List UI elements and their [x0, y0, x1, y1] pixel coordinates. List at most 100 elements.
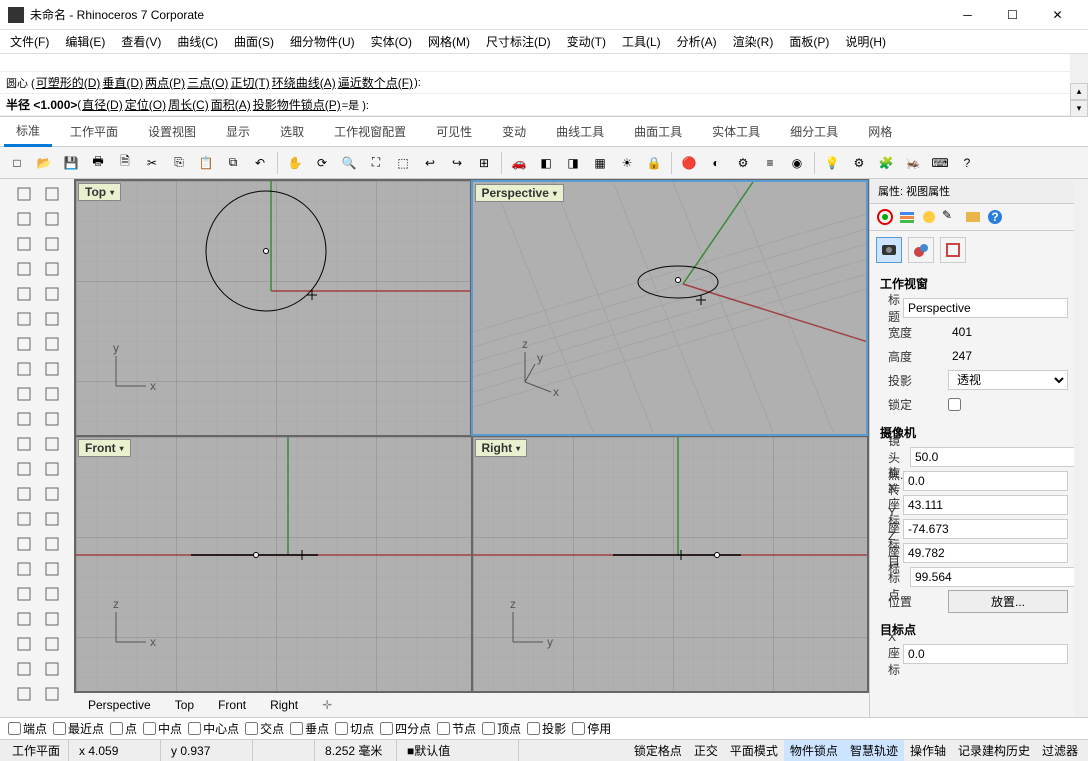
menu-item[interactable]: 曲面(S)	[228, 31, 280, 52]
toolbar-tab[interactable]: 设置视图	[136, 118, 208, 145]
status-toggle[interactable]: 平面模式	[724, 740, 784, 761]
layers-icon[interactable]: ≡	[757, 150, 783, 176]
command-prompt-line[interactable]: 半径 <1.000> ( 直径(D) 定位(O) 周长(C) 面积(A) 投影物…	[0, 94, 1070, 116]
array-icon[interactable]	[38, 581, 66, 606]
camera-x-input[interactable]	[903, 495, 1068, 515]
help-icon[interactable]: ?	[954, 150, 980, 176]
undo-icon[interactable]: ↶	[247, 150, 273, 176]
menu-item[interactable]: 文件(F)	[4, 31, 55, 52]
viewport-tab[interactable]: Perspective	[80, 696, 159, 714]
cone-icon[interactable]	[38, 406, 66, 431]
command-option[interactable]: 逼近数个点(F)	[338, 74, 413, 91]
loft-icon[interactable]	[10, 331, 38, 356]
command-option[interactable]: 正切(T)	[230, 74, 269, 91]
projection-select[interactable]: 透视	[948, 370, 1068, 390]
help-tab-icon[interactable]: ?	[986, 208, 1004, 226]
render-tab-icon[interactable]: ✎	[942, 208, 960, 226]
command-option[interactable]: 周长(C)	[168, 96, 209, 113]
hatch-icon[interactable]	[10, 481, 38, 506]
box-icon[interactable]	[10, 381, 38, 406]
osnap-交点[interactable]: 交点	[245, 720, 284, 737]
render-icon[interactable]: 🔴	[676, 150, 702, 176]
mirror-icon[interactable]	[10, 581, 38, 606]
command-option[interactable]: 面积(A)	[211, 96, 251, 113]
arc-icon[interactable]	[38, 231, 66, 256]
status-toggle[interactable]: 物件锁点	[784, 740, 844, 761]
osnap-四分点[interactable]: 四分点	[380, 720, 431, 737]
menu-item[interactable]: 尺寸标注(D)	[480, 31, 557, 52]
rectangle-icon[interactable]	[38, 256, 66, 281]
layers-tab-icon[interactable]	[898, 208, 916, 226]
intersect-icon[interactable]	[38, 681, 66, 706]
curve-icon[interactable]	[10, 306, 38, 331]
save-icon[interactable]: 💾	[58, 150, 84, 176]
menu-item[interactable]: 变动(T)	[561, 31, 612, 52]
sun-icon[interactable]: ☀	[614, 150, 640, 176]
status-toggle[interactable]: 过滤器	[1036, 740, 1084, 761]
menu-item[interactable]: 细分物件(U)	[284, 31, 361, 52]
osnap-切点[interactable]: 切点	[335, 720, 374, 737]
camera-target-input[interactable]	[910, 567, 1075, 587]
toolbar-tab[interactable]: 工作平面	[58, 118, 130, 145]
toolbar-tab[interactable]: 实体工具	[700, 118, 772, 145]
sweep-icon[interactable]	[38, 331, 66, 356]
copy-obj-icon[interactable]	[38, 531, 66, 556]
command-option[interactable]: 直径(D)	[82, 96, 123, 113]
viewport-tab[interactable]: Top	[167, 696, 202, 714]
rotate-view-icon[interactable]: ⟳	[309, 150, 335, 176]
project-icon[interactable]	[10, 681, 38, 706]
viewport-lock-checkbox[interactable]	[948, 398, 961, 411]
camera-place-button[interactable]: 放置...	[948, 590, 1068, 613]
status-toggle[interactable]: 正交	[688, 740, 724, 761]
viewport-title-input[interactable]	[903, 298, 1068, 318]
revolve-icon[interactable]	[10, 356, 38, 381]
named-cplane-icon[interactable]: ◧	[533, 150, 559, 176]
offset-icon[interactable]	[38, 656, 66, 681]
trim-icon[interactable]	[10, 606, 38, 631]
move-icon[interactable]	[10, 531, 38, 556]
undo-view-icon[interactable]: ↩	[417, 150, 443, 176]
viewport-label-right[interactable]: Right▾	[475, 439, 528, 457]
dim-icon[interactable]	[38, 456, 66, 481]
add-viewport-tab[interactable]: ✛	[314, 696, 340, 714]
toolbar-tab[interactable]: 细分工具	[778, 118, 850, 145]
open-icon[interactable]: 📂	[31, 150, 57, 176]
fillet-icon[interactable]	[38, 631, 66, 656]
target-x-input[interactable]	[903, 644, 1068, 664]
rotate-icon[interactable]	[10, 556, 38, 581]
pan-icon[interactable]: ✋	[282, 150, 308, 176]
torus-icon[interactable]	[10, 431, 38, 456]
minimize-button[interactable]: ─	[945, 0, 990, 30]
scale-icon[interactable]	[38, 556, 66, 581]
osnap-投影[interactable]: 投影	[527, 720, 566, 737]
options-icon[interactable]: ⚙	[730, 150, 756, 176]
status-toggle[interactable]: 操作轴	[904, 740, 952, 761]
lasso-icon[interactable]	[38, 181, 66, 206]
osnap-点[interactable]: 点	[110, 720, 137, 737]
doc-props-icon[interactable]: 🗎	[112, 150, 138, 176]
command-option[interactable]: 环绕曲线(A)	[272, 74, 336, 91]
menu-item[interactable]: 网格(M)	[422, 31, 476, 52]
toolbar-tab[interactable]: 网格	[856, 118, 904, 145]
copy-to-icon[interactable]: ⧉	[220, 150, 246, 176]
osnap-垂点[interactable]: 垂点	[290, 720, 329, 737]
chamfer-icon[interactable]	[10, 656, 38, 681]
osnap-最近点[interactable]: 最近点	[53, 720, 104, 737]
split-icon[interactable]	[38, 606, 66, 631]
polygon-icon[interactable]	[38, 281, 66, 306]
maximize-button[interactable]: ☐	[990, 0, 1035, 30]
osnap-顶点[interactable]: 顶点	[482, 720, 521, 737]
zoom-extents-icon[interactable]: ⛶	[363, 150, 389, 176]
material-props-button[interactable]	[908, 237, 934, 263]
viewport-top[interactable]: x y Top▾	[75, 180, 471, 436]
set-cplane-icon[interactable]: 🚗	[506, 150, 532, 176]
python-icon[interactable]: ⌨	[927, 150, 953, 176]
zoom-icon[interactable]: 🔍	[336, 150, 362, 176]
toolbar-tab[interactable]: 曲线工具	[544, 118, 616, 145]
viewport-tab[interactable]: Right	[262, 696, 306, 714]
command-option[interactable]: 定位(O)	[125, 96, 166, 113]
viewport-label-top[interactable]: Top▾	[78, 183, 121, 201]
zoom-selected-icon[interactable]: ⬚	[390, 150, 416, 176]
show-cplane-icon[interactable]: ▦	[587, 150, 613, 176]
join-icon[interactable]	[10, 631, 38, 656]
